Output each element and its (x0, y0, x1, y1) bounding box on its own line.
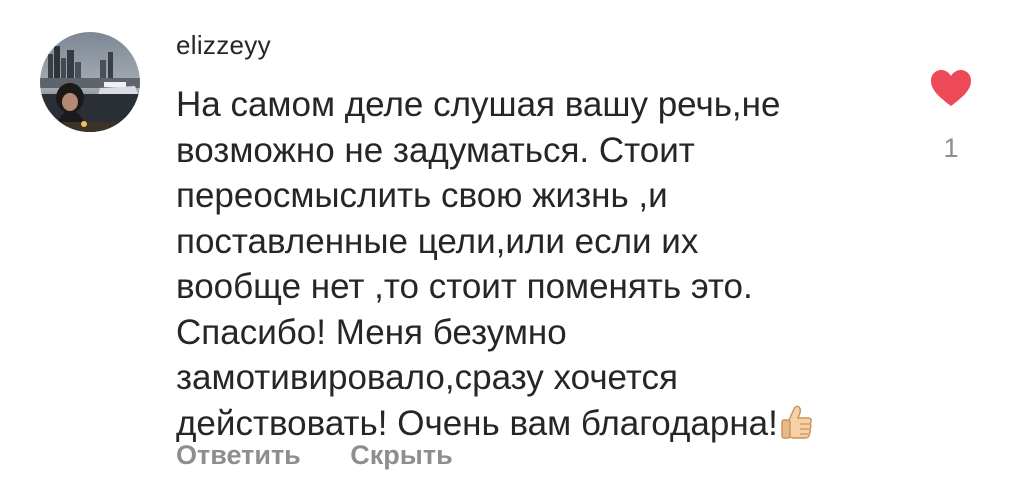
thumbs-up-icon (780, 403, 814, 453)
like-column: 1 (925, 68, 977, 164)
comment: elizzeyy На самом деле слушая вашу речь,… (0, 0, 1024, 501)
comment-actions: Ответить Скрыть (176, 440, 453, 471)
username[interactable]: elizzeyy (176, 30, 271, 61)
avatar[interactable] (40, 32, 140, 132)
reply-button[interactable]: Ответить (176, 440, 301, 471)
like-count[interactable]: 1 (925, 133, 977, 164)
heart-icon[interactable] (925, 68, 977, 113)
comment-text-content: На самом деле слушая вашу речь,не возмож… (176, 85, 781, 443)
avatar-image (40, 32, 140, 132)
comment-text: На самом деле слушая вашу речь,не возмож… (176, 82, 876, 452)
hide-button[interactable]: Скрыть (350, 440, 452, 471)
